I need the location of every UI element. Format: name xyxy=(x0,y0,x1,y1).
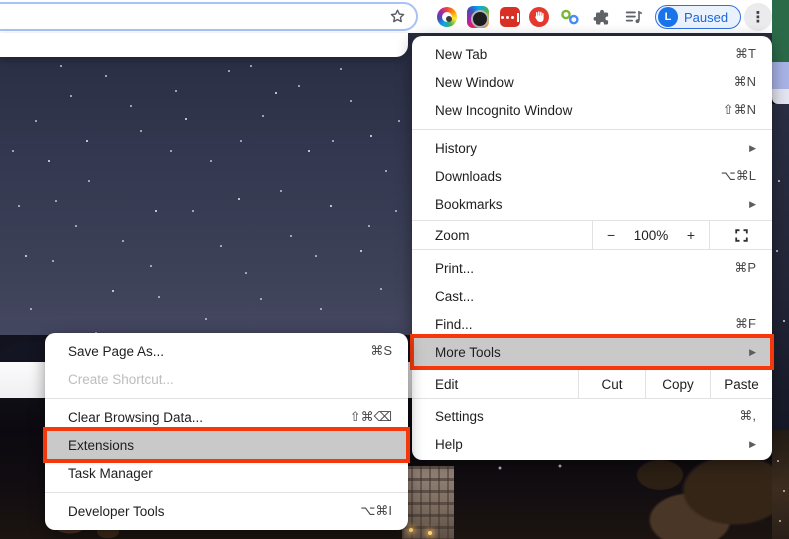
menu-item-find[interactable]: Find... ⌘F xyxy=(412,310,772,338)
zoom-label: Zoom xyxy=(435,227,470,243)
menu-item-label: New Window xyxy=(435,74,514,90)
kebab-menu-icon: ⋮ xyxy=(750,9,766,26)
menu-divider xyxy=(45,492,408,493)
menu-item-bookmarks[interactable]: Bookmarks ▶ xyxy=(412,190,772,218)
street-light xyxy=(409,528,413,532)
bookmark-star-icon[interactable] xyxy=(388,7,407,26)
menu-item-clear-browsing-data[interactable]: Clear Browsing Data... ⇧⌘⌫ xyxy=(45,403,408,431)
desktop-edge-strip xyxy=(772,0,789,539)
omnibox-dropdown xyxy=(0,33,408,57)
kebab-menu-button[interactable]: ⋮ xyxy=(744,3,772,31)
menu-item-shortcut: ⌘P xyxy=(734,260,756,275)
zoom-out-button[interactable]: − xyxy=(607,227,615,243)
address-bar[interactable] xyxy=(0,2,418,31)
menu-divider xyxy=(45,398,408,399)
zoom-row: Zoom − 100% + xyxy=(412,220,772,250)
sync-paused-label: Paused xyxy=(684,9,729,25)
menu-item-label: Help xyxy=(435,436,463,452)
color-picker-extension-icon[interactable] xyxy=(437,7,457,27)
copy-button[interactable]: Copy xyxy=(645,370,710,398)
menu-item-create-shortcut: Create Shortcut... xyxy=(45,365,408,393)
menu-item-help[interactable]: Help ▶ xyxy=(412,430,772,458)
menu-item-shortcut: ⌥⌘I xyxy=(360,503,392,518)
submenu-arrow-icon: ▶ xyxy=(749,346,756,357)
menu-item-label: Extensions xyxy=(68,437,135,453)
media-list-icon[interactable] xyxy=(624,7,644,27)
menu-item-label: Cast... xyxy=(435,288,475,304)
menu-item-shortcut: ⌘F xyxy=(735,316,756,331)
menu-item-shortcut: ⇧⌘N xyxy=(722,102,756,117)
submenu-arrow-icon: ▶ xyxy=(749,142,756,153)
desktop-strip-ground xyxy=(772,430,789,539)
menu-item-new-tab[interactable]: New Tab ⌘T xyxy=(412,40,772,68)
menu-item-new-incognito-window[interactable]: New Incognito Window ⇧⌘N xyxy=(412,96,772,124)
desktop-sky-strip xyxy=(772,104,789,430)
menu-item-label: Task Manager xyxy=(68,465,153,481)
zoom-in-button[interactable]: + xyxy=(687,227,695,243)
avatar: L xyxy=(658,7,678,27)
desktop-light-block xyxy=(772,89,789,104)
fullscreen-icon xyxy=(734,228,748,242)
menu-item-shortcut: ⌘N xyxy=(733,74,756,89)
menu-item-label: More Tools xyxy=(435,344,501,360)
menu-item-label: New Incognito Window xyxy=(435,102,573,118)
menu-item-shortcut: ⌥⌘L xyxy=(720,168,756,183)
menu-item-cast[interactable]: Cast... xyxy=(412,282,772,310)
cut-button[interactable]: Cut xyxy=(578,370,645,398)
menu-item-more-tools[interactable]: More Tools ▶ xyxy=(410,334,774,370)
copy-label: Copy xyxy=(662,376,694,392)
linked-circles-extension-icon[interactable] xyxy=(559,6,581,28)
submenu-arrow-icon: ▶ xyxy=(749,438,756,449)
menu-item-label: Clear Browsing Data... xyxy=(68,409,204,425)
paste-button[interactable]: Paste xyxy=(710,370,772,398)
profile-paused-button[interactable]: L Paused xyxy=(655,5,742,29)
menu-item-shortcut: ⌘S xyxy=(370,343,392,358)
puzzle-extensions-icon[interactable] xyxy=(592,7,612,27)
menu-item-shortcut: ⇧⌘⌫ xyxy=(349,409,392,424)
cut-label: Cut xyxy=(601,376,623,392)
edit-label: Edit xyxy=(435,376,459,392)
menu-item-history[interactable]: History ▶ xyxy=(412,134,772,162)
password-dots-extension-icon[interactable] xyxy=(500,7,520,27)
menu-item-label: Save Page As... xyxy=(68,343,165,359)
menu-item-settings[interactable]: Settings ⌘, xyxy=(412,402,772,430)
menu-item-label: Settings xyxy=(435,408,484,424)
menu-item-label: Bookmarks xyxy=(435,196,503,212)
menu-divider xyxy=(412,129,772,130)
screenshot-camera-extension-icon[interactable] xyxy=(467,6,489,28)
zoom-value: 100% xyxy=(633,227,669,243)
desktop-strip-specks xyxy=(772,430,774,432)
stop-hand-extension-icon[interactable] xyxy=(529,7,549,27)
menu-item-shortcut: ⌘T xyxy=(735,46,756,61)
menu-item-developer-tools[interactable]: Developer Tools ⌥⌘I xyxy=(45,497,408,525)
address-bar-input[interactable] xyxy=(10,4,360,29)
menu-item-label: Downloads xyxy=(435,168,502,184)
street-light xyxy=(428,531,432,535)
menu-item-new-window[interactable]: New Window ⌘N xyxy=(412,68,772,96)
menu-item-label: History xyxy=(435,140,478,156)
desktop-periwinkle-block xyxy=(772,62,789,89)
edit-row: Edit Cut Copy Paste xyxy=(412,369,772,399)
menu-item-shortcut: ⌘, xyxy=(739,408,756,423)
menu-item-label: Print... xyxy=(435,260,475,276)
more-tools-submenu: Save Page As... ⌘S Create Shortcut... Cl… xyxy=(43,333,410,530)
menu-item-extensions[interactable]: Extensions xyxy=(43,427,410,463)
chrome-main-menu: New Tab ⌘T New Window ⌘N New Incognito W… xyxy=(410,36,774,460)
menu-item-label: Find... xyxy=(435,316,473,332)
menu-item-downloads[interactable]: Downloads ⌥⌘L xyxy=(412,162,772,190)
paste-label: Paste xyxy=(724,376,759,392)
menu-item-print[interactable]: Print... ⌘P xyxy=(412,254,772,282)
menu-item-label: Developer Tools xyxy=(68,503,165,519)
desktop-green-strip xyxy=(772,0,789,62)
submenu-arrow-icon: ▶ xyxy=(749,198,756,209)
browser-toolbar: L Paused ⋮ xyxy=(0,0,772,33)
fullscreen-button[interactable] xyxy=(710,221,772,249)
menu-item-save-page-as[interactable]: Save Page As... ⌘S xyxy=(45,337,408,365)
menu-item-label: New Tab xyxy=(435,46,488,62)
menu-item-label: Create Shortcut... xyxy=(68,371,174,387)
menu-item-task-manager[interactable]: Task Manager xyxy=(45,459,408,487)
